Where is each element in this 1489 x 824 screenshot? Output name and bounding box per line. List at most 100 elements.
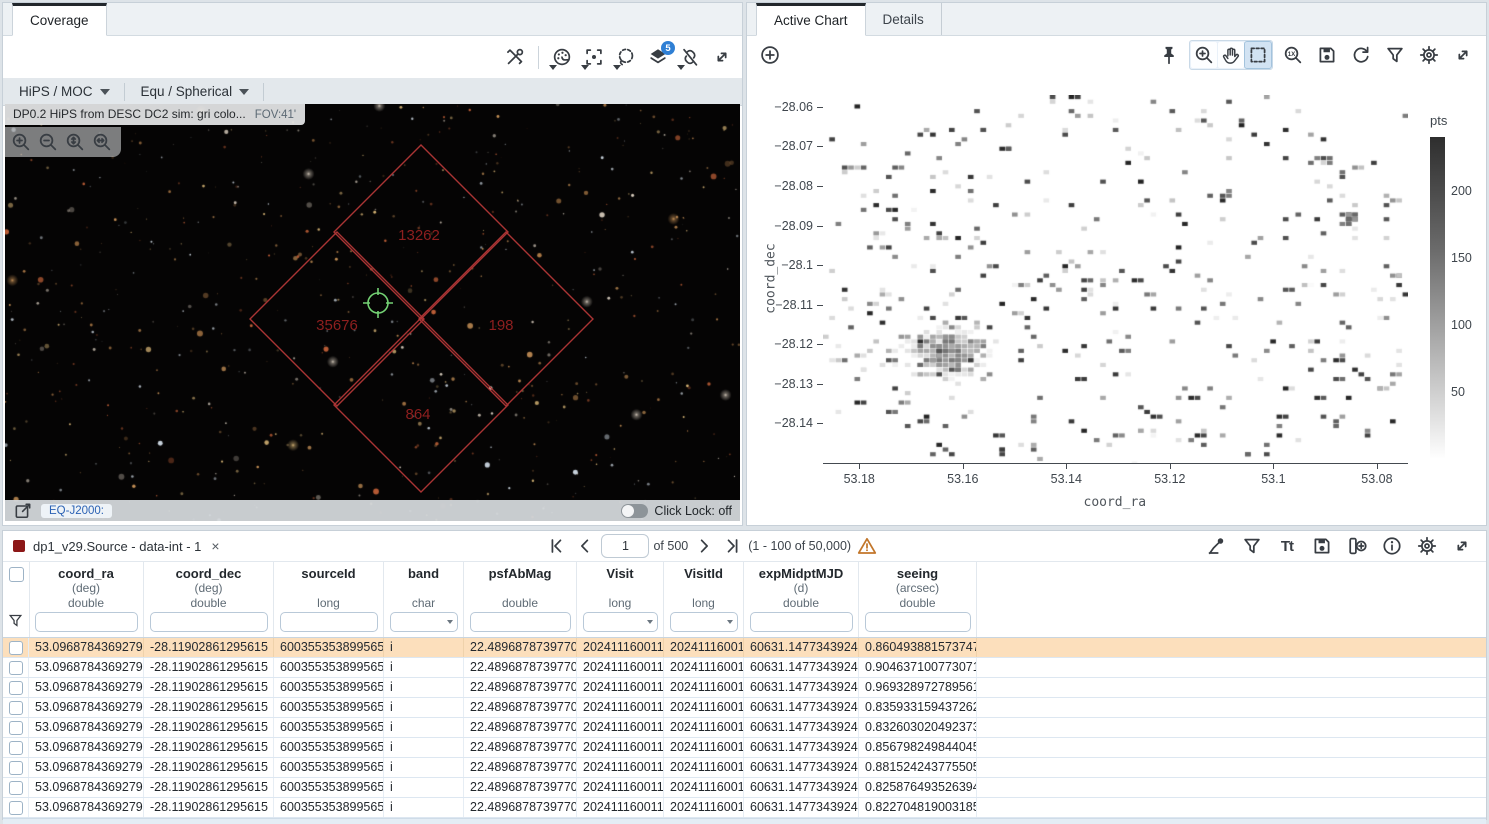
cell-psfAbMag[interactable]: 22.489687873977033 xyxy=(464,718,577,737)
cell-VisitId[interactable]: 2024111600111 xyxy=(664,658,744,677)
cell-seeing[interactable]: 0.8227048190031859 xyxy=(859,798,977,817)
zoom-fit-icon[interactable] xyxy=(63,130,87,154)
cell-coord_ra[interactable]: 53.09687843692796 xyxy=(29,658,144,677)
cell-expMidptMJD[interactable]: 60631.14773439246 xyxy=(744,798,859,817)
column-header-seeing[interactable]: seeing(arcsec)double xyxy=(859,562,977,637)
recenter-icon[interactable] xyxy=(580,43,608,71)
cell-sourceId[interactable]: 600355353899565160 xyxy=(274,698,384,717)
column-filter-expMidptMJD-input[interactable] xyxy=(750,612,853,632)
zoom-fill-icon[interactable] xyxy=(90,130,114,154)
cell-expMidptMJD[interactable]: 60631.14773439246 xyxy=(744,758,859,777)
cell-seeing[interactable]: 0.9693289727895618 xyxy=(859,678,977,697)
cell-expMidptMJD[interactable]: 60631.14773439246 xyxy=(744,658,859,677)
cell-expMidptMJD[interactable]: 60631.14773439246 xyxy=(744,678,859,697)
previous-page-icon[interactable] xyxy=(573,534,597,558)
projection-dropdown[interactable]: Equ / Spherical xyxy=(125,78,264,105)
column-header-expMidptMJD[interactable]: expMidptMJD(d)double xyxy=(744,562,859,637)
cell-psfAbMag[interactable]: 22.489687873977033 xyxy=(464,698,577,717)
hips-moc-dropdown[interactable]: HiPS / MOC xyxy=(3,78,124,105)
heatmap-plot[interactable] xyxy=(823,95,1408,463)
column-header-band[interactable]: bandchar xyxy=(384,562,464,637)
cell-seeing[interactable]: 0.856798249844045 xyxy=(859,738,977,757)
cell-band[interactable]: i xyxy=(384,638,464,657)
cell-coord_dec[interactable]: -28.11902861295615 xyxy=(144,638,274,657)
cell-expMidptMJD[interactable]: 60631.14773439246 xyxy=(744,778,859,797)
cell-coord_dec[interactable]: -28.11902861295615 xyxy=(144,698,274,717)
expand-icon[interactable] xyxy=(708,43,736,71)
table-row[interactable]: 53.09687843692796-28.1190286129561560035… xyxy=(3,638,1486,658)
pan-hand-icon[interactable] xyxy=(1218,42,1244,68)
warning-icon[interactable] xyxy=(855,534,879,558)
table-row[interactable]: 53.09687843692796-28.1190286129561560035… xyxy=(3,798,1486,818)
table-row[interactable]: 53.09687843692796-28.1190286129561560035… xyxy=(3,718,1486,738)
column-filter-seeing-input[interactable] xyxy=(865,612,971,632)
expand-icon[interactable] xyxy=(1448,532,1476,560)
cell-sourceId[interactable]: 600355353899565160 xyxy=(274,758,384,777)
cell-Visit[interactable]: 2024111600111 xyxy=(577,778,664,797)
cell-Visit[interactable]: 2024111600111 xyxy=(577,658,664,677)
cell-VisitId[interactable]: 2024111600111 xyxy=(664,718,744,737)
select-all-checkbox[interactable] xyxy=(9,567,24,582)
column-filter-sourceId-input[interactable] xyxy=(280,612,378,632)
cell-seeing[interactable]: 0.8359331594372623 xyxy=(859,698,977,717)
table-row[interactable]: 53.09687843692796-28.1190286129561560035… xyxy=(3,658,1486,678)
table-row[interactable]: 53.09687843692796-28.1190286129561560035… xyxy=(3,758,1486,778)
cell-sourceId[interactable]: 600355353899565160 xyxy=(274,678,384,697)
cell-psfAbMag[interactable]: 22.489687873977033 xyxy=(464,798,577,817)
layers-icon[interactable]: 5 xyxy=(644,43,672,71)
cell-band[interactable]: i xyxy=(384,718,464,737)
tab-details[interactable]: Details xyxy=(866,3,942,35)
cell-sourceId[interactable]: 600355353899565160 xyxy=(274,738,384,757)
cell-VisitId[interactable]: 2024111600111 xyxy=(664,638,744,657)
tab-active-chart[interactable]: Active Chart xyxy=(756,3,866,36)
cell-coord_ra[interactable]: 53.09687843692796 xyxy=(29,698,144,717)
table-row[interactable]: 53.09687843692796-28.1190286129561560035… xyxy=(3,738,1486,758)
column-filter-VisitId-select[interactable] xyxy=(670,612,738,632)
info-icon[interactable] xyxy=(1378,532,1406,560)
tools-icon[interactable] xyxy=(501,43,529,71)
row-checkbox[interactable] xyxy=(9,781,23,795)
zoom-1x-icon[interactable]: 1X xyxy=(1279,41,1307,69)
cell-seeing[interactable]: 0.8815242437755059 xyxy=(859,758,977,777)
save-icon[interactable] xyxy=(1308,532,1336,560)
cell-sourceId[interactable]: 600355353899565160 xyxy=(274,658,384,677)
row-checkbox[interactable] xyxy=(9,761,23,775)
next-page-icon[interactable] xyxy=(692,534,716,558)
cell-coord_ra[interactable]: 53.09687843692796 xyxy=(29,678,144,697)
column-header-sourceId[interactable]: sourceIdlong xyxy=(274,562,384,637)
page-number-input[interactable] xyxy=(601,534,649,558)
unlink-icon[interactable] xyxy=(676,43,704,71)
pin-icon[interactable] xyxy=(1155,41,1183,69)
close-icon[interactable]: × xyxy=(209,538,221,554)
cell-seeing[interactable]: 0.9046371007730715 xyxy=(859,658,977,677)
cell-coord_ra[interactable]: 53.09687843692796 xyxy=(29,798,144,817)
palette-icon[interactable] xyxy=(548,43,576,71)
cell-coord_ra[interactable]: 53.09687843692796 xyxy=(29,778,144,797)
expand-icon[interactable] xyxy=(1449,41,1477,69)
cell-expMidptMJD[interactable]: 60631.14773439246 xyxy=(744,638,859,657)
sky-image-viewer[interactable]: 1326235676198864 DP0.2 HiPS from DESC DC… xyxy=(5,104,740,521)
restore-icon[interactable] xyxy=(1347,41,1375,69)
cell-band[interactable]: i xyxy=(384,778,464,797)
table-row[interactable]: 53.09687843692796-28.1190286129561560035… xyxy=(3,778,1486,798)
cell-band[interactable]: i xyxy=(384,698,464,717)
cell-band[interactable]: i xyxy=(384,658,464,677)
last-page-icon[interactable] xyxy=(720,534,744,558)
row-checkbox[interactable] xyxy=(9,681,23,695)
pin-table-icon[interactable] xyxy=(1203,532,1231,560)
cell-psfAbMag[interactable]: 22.489687873977033 xyxy=(464,778,577,797)
table-row[interactable]: 53.09687843692796-28.1190286129561560035… xyxy=(3,698,1486,718)
first-page-icon[interactable] xyxy=(545,534,569,558)
cell-coord_dec[interactable]: -28.11902861295615 xyxy=(144,758,274,777)
cell-sourceId[interactable]: 600355353899565160 xyxy=(274,798,384,817)
box-select-icon[interactable] xyxy=(1245,42,1271,68)
cell-psfAbMag[interactable]: 22.489687873977033 xyxy=(464,678,577,697)
cell-seeing[interactable]: 0.8258764935263944 xyxy=(859,778,977,797)
cell-Visit[interactable]: 2024111600111 xyxy=(577,678,664,697)
cell-VisitId[interactable]: 2024111600111 xyxy=(664,758,744,777)
row-checkbox[interactable] xyxy=(9,721,23,735)
filter-icon[interactable] xyxy=(1381,41,1409,69)
cell-Visit[interactable]: 2024111600111 xyxy=(577,758,664,777)
cell-Visit[interactable]: 2024111600111 xyxy=(577,638,664,657)
filter-icon[interactable] xyxy=(1238,532,1266,560)
